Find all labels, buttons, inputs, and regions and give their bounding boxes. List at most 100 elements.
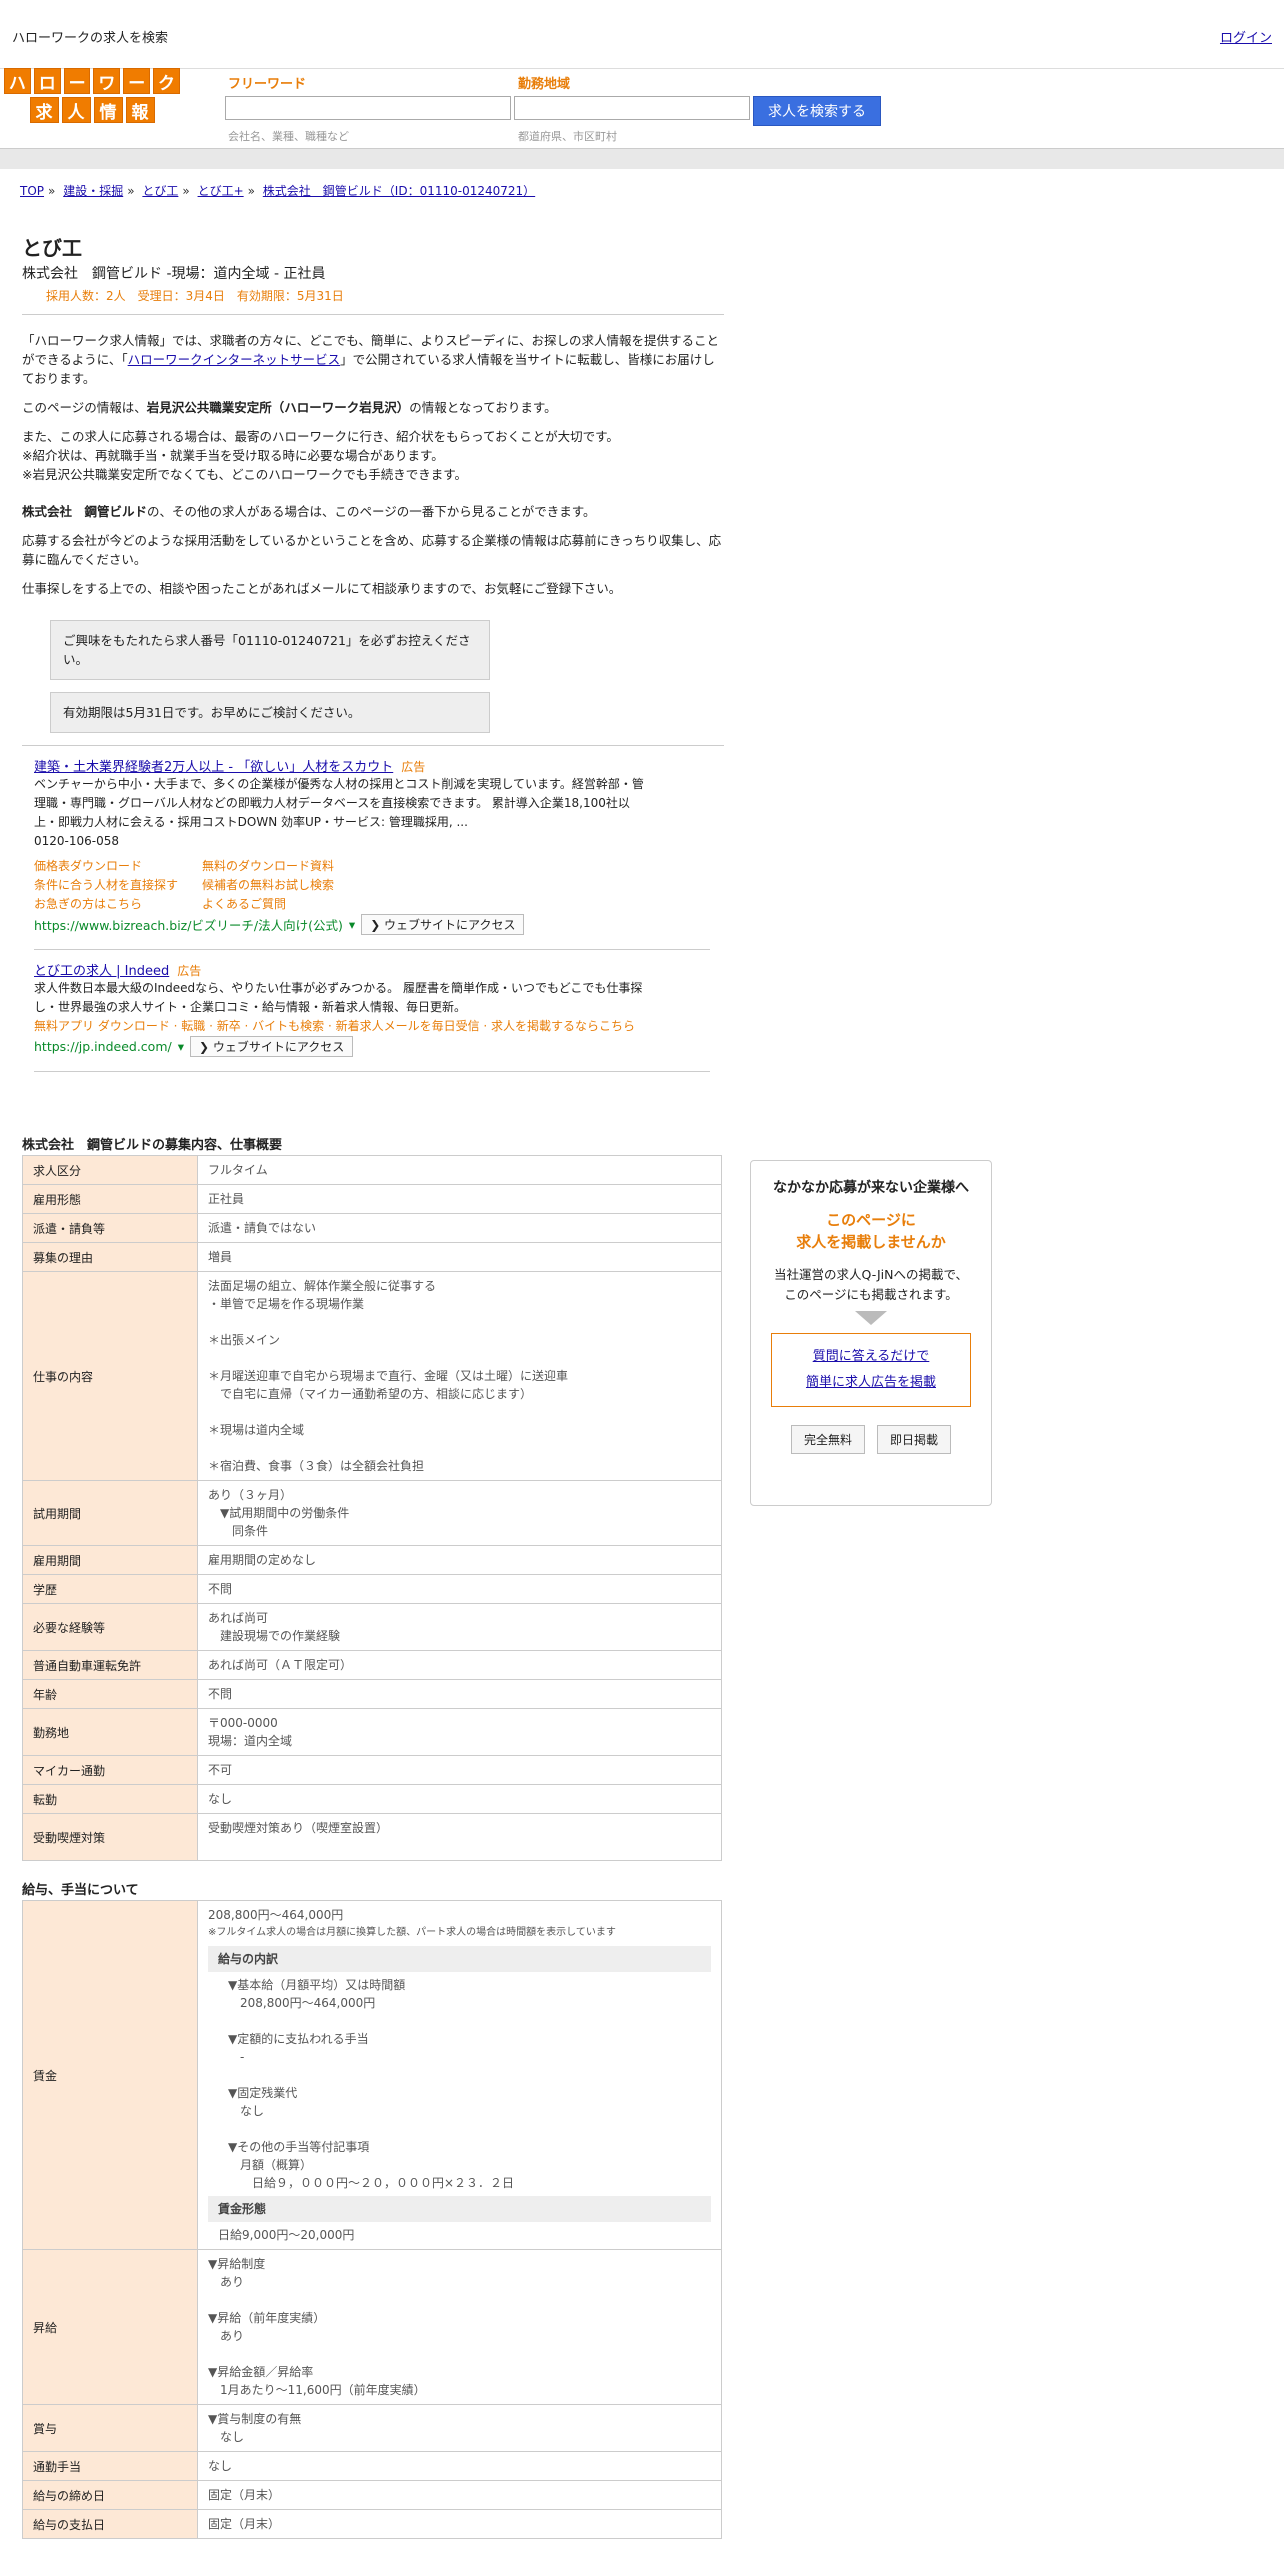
- intro-paragraph-2: このページの情報は、岩見沢公共職業安定所（ハローワーク岩見沢）の情報となっており…: [22, 400, 557, 415]
- breakdown-line: ▼基本給（月額平均）又は時間額: [228, 1978, 406, 1992]
- ad-title[interactable]: とび工の求人 | Indeed: [34, 964, 169, 979]
- row-value-line: フルタイム: [208, 1163, 268, 1177]
- row-value-line: 固定（月末）: [208, 2517, 281, 2531]
- ad-description: ベンチャーから中小・大手まで、多くの企業様が優秀な人材の採用とコスト削減を実現し…: [34, 777, 644, 829]
- area-input[interactable]: [514, 96, 750, 120]
- row-key: 求人区分: [22, 1155, 198, 1185]
- row-key: 給与の締め日: [22, 2480, 198, 2510]
- login-link[interactable]: ログイン: [1220, 27, 1272, 46]
- ad-sitelink[interactable]: 価格表ダウンロード: [34, 857, 202, 876]
- row-value: ▼賞与制度の有無 なし: [197, 2404, 722, 2452]
- breadcrumb-top[interactable]: TOP: [20, 184, 44, 198]
- breadcrumb-company[interactable]: 株式会社 鋼管ビルド（ID：01110-01240721）: [263, 184, 535, 198]
- row-value-line: あり（３ヶ月）: [208, 1488, 293, 1502]
- notice-job-number: ご興味をもたれたら求人番号「01110-01240721」を必ずお控えください。: [50, 620, 490, 680]
- header-divider: [0, 148, 1284, 169]
- breakdown-line: 月額（概算）: [228, 2158, 313, 2172]
- main-content: とび工 株式会社 鋼管ビルド -現場：道内全域 - 正社員 採用人数：2人 受理…: [22, 232, 724, 2539]
- ad-url[interactable]: https://jp.indeed.com/: [34, 1039, 172, 1054]
- row-value: ▼昇給制度 あり ▼昇給（前年度実績） あり ▼昇給金額／昇給率 1月あたり〜11,…: [197, 2249, 722, 2405]
- salary-key: 賃金: [22, 1900, 198, 2250]
- row-value-line: ＊宿泊費、食事（３食）は全額会社負担: [208, 1459, 425, 1473]
- breakdown-line: なし: [228, 2104, 265, 2118]
- ad-url[interactable]: https://www.bizreach.biz/ビズリーチ/法人向け(公式): [34, 915, 343, 934]
- ad-badge: 広告: [177, 964, 202, 978]
- table-row: 普通自動車運転免許 あれば尚可（ＡＴ限定可）: [22, 1650, 722, 1680]
- advertise-sidebar: なかなか応募が来ない企業様へ このページに 求人を掲載しませんか 当社運営の求人Q…: [750, 1160, 992, 1506]
- intro-paragraph-5: 応募する会社が今どのような採用活動をしているかということを含め、応募する企業様の…: [22, 533, 722, 567]
- row-value-line: ・単管で足場を作る現場作業: [208, 1297, 365, 1311]
- breadcrumb: TOP» 建設・採掘» とび工» とび工+» 株式会社 鋼管ビルド（ID：011…: [20, 184, 536, 198]
- ad-sitelink[interactable]: 候補者の無料お試し検索: [202, 876, 402, 895]
- ad-sitelinks: 価格表ダウンロード 無料のダウンロード資料 条件に合う人材を直接探す 候補者の無…: [34, 857, 724, 914]
- ad-sitelink[interactable]: お急ぎの方はこちら: [34, 895, 202, 914]
- row-value: 派遣・請負ではない: [197, 1213, 722, 1243]
- ad-sitelinks[interactable]: 無料アプリ ダウンロード · 転職 · 新卒 · バイトも検索 · 新着求人メー…: [34, 1017, 724, 1036]
- row-key: 勤務地: [22, 1708, 198, 1756]
- search-button[interactable]: 求人を検索する: [753, 96, 881, 126]
- ad-phone[interactable]: 0120-106-058: [34, 832, 724, 851]
- row-key: 賞与: [22, 2404, 198, 2452]
- ad-sitelink[interactable]: よくあるご質問: [202, 895, 402, 914]
- row-value-line: あれば尚可: [208, 1611, 269, 1625]
- row-value-line: 雇用期間の定めなし: [208, 1553, 317, 1567]
- details-section-title: 株式会社 鋼管ビルドの募集内容、仕事概要: [22, 1138, 283, 1153]
- wage-note: ※フルタイム求人の場合は月額に換算した額、パート求人の場合は時間額を表示していま…: [208, 1927, 616, 1938]
- breakdown-line: ▼固定残業代: [228, 2086, 298, 2100]
- logo-char: ー: [123, 68, 151, 94]
- hellowork-internet-link[interactable]: ハローワークインターネットサービス: [128, 352, 341, 367]
- free-button[interactable]: 完全無料: [790, 1425, 865, 1454]
- row-key: 給与の支払日: [22, 2509, 198, 2539]
- breadcrumb-category[interactable]: 建設・採掘: [63, 184, 123, 198]
- row-value-line: [208, 1439, 711, 1457]
- row-value: 不可: [197, 1755, 722, 1785]
- same-day-button[interactable]: 即日掲載: [877, 1425, 952, 1454]
- row-key: マイカー通勤: [22, 1755, 198, 1785]
- row-value-line: ▼昇給（前年度実績）: [208, 2311, 326, 2325]
- ad-sitelink[interactable]: 条件に合う人材を直接探す: [34, 876, 202, 895]
- site-logo[interactable]: ハローワーク 求人情報: [4, 68, 180, 126]
- row-key: 昇給: [22, 2249, 198, 2405]
- row-key: 受動喫煙対策: [22, 1813, 198, 1861]
- table-row: 派遣・請負等 派遣・請負ではない: [22, 1213, 722, 1243]
- breadcrumb-occupation-plus[interactable]: とび工+: [198, 184, 244, 198]
- row-key: 派遣・請負等: [22, 1213, 198, 1243]
- intro-paragraph-1: 「ハローワーク求人情報」では、求職者の方々に、どこでも、簡単に、よりスピーディに…: [22, 333, 720, 386]
- job-subtitle: 株式会社 鋼管ビルド -現場：道内全域 - 正社員: [22, 266, 326, 282]
- intro-paragraph-3: また、この求人に応募される場合は、最寄のハローワークに行き、紹介状をもらっておく…: [22, 429, 619, 482]
- sidebar-link-box: 質問に答えるだけで 簡単に求人広告を掲載: [771, 1333, 971, 1407]
- table-row: 勤務地 〒000-0000 現場：道内全域: [22, 1708, 722, 1756]
- table-row: 通勤手当 なし: [22, 2451, 722, 2481]
- row-value-line: 不問: [208, 1687, 233, 1701]
- wage-breakdown: ▼基本給（月額平均）又は時間額 208,800円〜464,000円 ▼定額的に支払…: [208, 1976, 711, 2192]
- sidebar-link-questions[interactable]: 質問に答えるだけで: [813, 1349, 930, 1364]
- table-row: 募集の理由 増員: [22, 1242, 722, 1272]
- ad-title[interactable]: 建築・土木業界経験者2万人以上 - 「欲しい」人材をスカウト: [34, 760, 393, 775]
- row-key: 年齢: [22, 1679, 198, 1709]
- ad-visit-button[interactable]: ❯ ウェブサイトにアクセス: [361, 914, 525, 935]
- row-value-line: 法面足場の組立、解体作業全般に従事する: [208, 1279, 437, 1293]
- logo-char: ハ: [4, 68, 31, 94]
- sidebar-link-post-ad[interactable]: 簡単に求人広告を掲載: [806, 1375, 936, 1390]
- logo-char: ロ: [33, 68, 61, 94]
- row-value: 不問: [197, 1679, 722, 1709]
- freeword-input[interactable]: [225, 96, 511, 120]
- breakdown-line: -: [228, 2050, 245, 2064]
- ad-visit-button[interactable]: ❯ ウェブサイトにアクセス: [190, 1036, 354, 1057]
- row-value: 増員: [197, 1242, 722, 1272]
- row-value-line: 1月あたり〜11,600円（前年度実績）: [208, 2383, 426, 2397]
- logo-char: 報: [125, 97, 155, 123]
- row-value-line: ▼賞与制度の有無: [208, 2412, 302, 2426]
- row-value-line: ▼試用期間中の労働条件: [208, 1506, 350, 1520]
- table-row: 賞与 ▼賞与制度の有無 なし: [22, 2404, 722, 2452]
- row-value-line: あり: [208, 2329, 245, 2343]
- row-value-line: [208, 1349, 711, 1367]
- row-key: 必要な経験等: [22, 1603, 198, 1651]
- table-row: 転勤 なし: [22, 1784, 722, 1814]
- ad-sitelink[interactable]: 無料のダウンロード資料: [202, 857, 402, 876]
- breadcrumb-occupation[interactable]: とび工: [142, 184, 178, 198]
- table-row: 学歴 不問: [22, 1574, 722, 1604]
- site-title: ハローワークの求人を検索: [12, 31, 169, 46]
- row-key: 雇用期間: [22, 1545, 198, 1575]
- table-row: 求人区分 フルタイム: [22, 1155, 722, 1185]
